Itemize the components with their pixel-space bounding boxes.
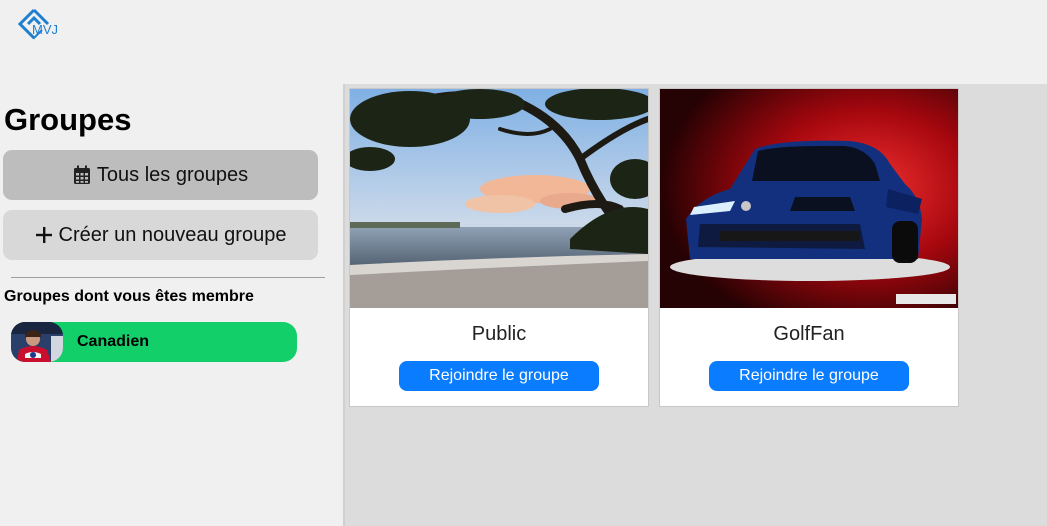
group-card: GolfFan Rejoindre le groupe	[659, 88, 959, 407]
join-group-button[interactable]: Rejoindre le groupe	[709, 361, 909, 391]
create-group-button[interactable]: Créer un nouveau groupe	[3, 210, 318, 260]
diamond-logo-icon: MVJ	[17, 8, 58, 40]
calendar-icon	[73, 165, 93, 185]
create-group-label: Créer un nouveau groupe	[58, 223, 287, 246]
all-groups-button[interactable]: Tous les groupes	[3, 150, 318, 200]
mvj-logo[interactable]: MVJ	[17, 8, 70, 50]
group-avatar	[11, 322, 63, 362]
group-image-golffan	[660, 89, 958, 308]
member-group-item[interactable]: Canadien	[11, 322, 297, 362]
sidebar: Groupes Tous les groupes Créer un nouvea…	[0, 84, 343, 526]
logo-text: MVJ	[32, 22, 58, 37]
join-group-button[interactable]: Rejoindre le groupe	[399, 361, 599, 391]
top-bar: MVJ	[0, 0, 1047, 84]
member-group-label: Canadien	[77, 333, 150, 350]
page-title: Groupes	[4, 102, 132, 137]
member-groups-heading: Groupes dont vous êtes membre	[4, 288, 254, 305]
group-card: Public Rejoindre le groupe	[349, 88, 649, 407]
group-image-public	[350, 89, 648, 308]
plus-icon	[35, 225, 55, 245]
group-name: Public	[471, 323, 527, 345]
groups-grid: Public Rejoindre le groupe GolfFan Rejoi…	[343, 84, 1047, 526]
group-name: GolfFan	[773, 323, 845, 345]
sidebar-divider	[11, 277, 325, 278]
all-groups-label: Tous les groupes	[96, 163, 249, 186]
